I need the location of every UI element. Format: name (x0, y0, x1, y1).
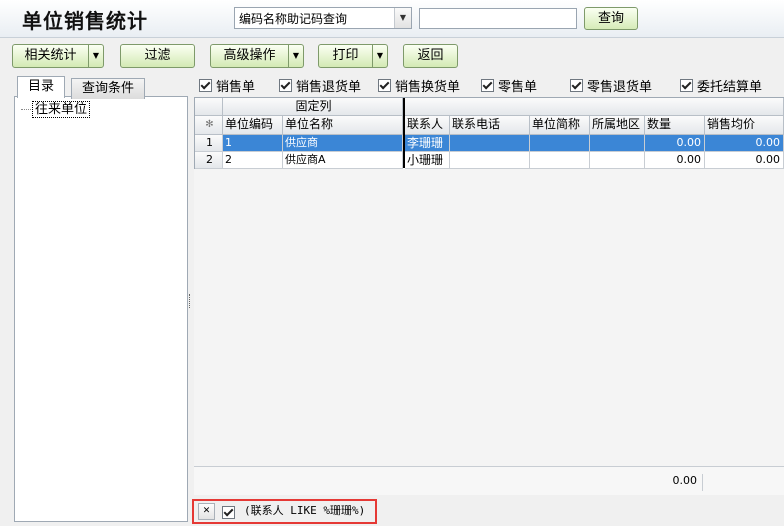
checkbox[interactable] (279, 78, 292, 92)
chevron-down-icon[interactable]: ▼ (288, 45, 303, 67)
chevron-down-icon[interactable]: ▼ (372, 45, 387, 67)
search-mode-select[interactable]: 编码名称助记码查询 ▼ (234, 7, 412, 29)
doc-type-sales-exchange[interactable]: 销售换货单 (378, 77, 461, 95)
doc-type-retail-return[interactable]: 零售退货单 (570, 77, 653, 95)
table-cell-region[interactable] (590, 135, 645, 152)
total-quantity: 0.00 (645, 474, 703, 491)
filter-button[interactable]: 过滤 (120, 44, 195, 68)
search-input[interactable] (419, 8, 577, 29)
header-band (405, 98, 784, 116)
doc-type-consignment[interactable]: 委托结算单 (680, 77, 763, 95)
tree-connector (21, 109, 31, 110)
table-cell-region[interactable] (590, 152, 645, 169)
table-cell-quantity[interactable]: 0.00 (645, 152, 705, 169)
print-label: 打印 (332, 48, 359, 63)
doc-type-label: 委托结算单 (697, 79, 763, 95)
doc-type-sales-return[interactable]: 销售退货单 (279, 77, 362, 95)
page-title: 单位销售统计 (22, 9, 148, 33)
doc-type-retail[interactable]: 零售单 (481, 77, 538, 95)
table-cell-quantity[interactable]: 0.00 (645, 135, 705, 152)
checkbox[interactable] (481, 78, 494, 92)
tab-directory[interactable]: 目录 (17, 76, 65, 98)
grid-empty-area (194, 169, 784, 466)
chevron-down-icon[interactable]: ▼ (394, 8, 411, 28)
chevron-down-icon[interactable]: ▼ (88, 45, 103, 67)
frozen-columns-header: 固定列 (223, 98, 403, 116)
doc-type-label: 零售单 (498, 79, 538, 95)
table-cell-contact[interactable]: 李珊珊 (405, 135, 450, 152)
doc-type-label: 零售退货单 (587, 79, 653, 95)
print-button[interactable]: 打印 ▼ (318, 44, 388, 68)
column-header-quantity[interactable]: 数量 (645, 116, 705, 135)
column-header-avg-price[interactable]: 销售均价 (705, 116, 784, 135)
related-stats-button[interactable]: 相关统计 ▼ (12, 44, 104, 68)
table-cell-short-name[interactable] (530, 152, 590, 169)
row-index[interactable]: 2 (195, 152, 223, 169)
checkbox[interactable] (199, 78, 212, 92)
column-header-name[interactable]: 单位名称 (283, 116, 403, 135)
related-stats-label: 相关统计 (24, 48, 77, 63)
checkbox[interactable] (378, 78, 391, 92)
advanced-ops-button[interactable]: 高级操作 ▼ (210, 44, 304, 68)
checkbox[interactable] (680, 78, 693, 92)
table-cell-phone[interactable] (450, 135, 530, 152)
table-cell-code[interactable]: 2 (223, 152, 283, 169)
doc-type-label: 销售单 (216, 79, 256, 95)
highlight-box (192, 499, 377, 524)
table-cell-avg-price[interactable]: 0.00 (705, 135, 784, 152)
column-header-region[interactable]: 所属地区 (590, 116, 645, 135)
table-cell-code[interactable]: 1 (223, 135, 283, 152)
table-cell-avg-price[interactable]: 0.00 (705, 152, 784, 169)
row-index[interactable]: 1 (195, 135, 223, 152)
back-button[interactable]: 返回 (403, 44, 458, 68)
column-header-contact[interactable]: 联系人 (405, 116, 450, 135)
panel-splitter[interactable] (189, 294, 192, 308)
row-marker-icon: ✻ (195, 116, 223, 135)
header-corner (195, 98, 223, 116)
directory-panel (14, 96, 188, 522)
doc-type-label: 销售换货单 (395, 79, 461, 95)
table-cell-phone[interactable] (450, 152, 530, 169)
column-header-phone[interactable]: 联系电话 (450, 116, 530, 135)
checkbox[interactable] (570, 78, 583, 92)
tab-query-conditions[interactable]: 查询条件 (71, 78, 145, 99)
advanced-ops-label: 高级操作 (223, 48, 276, 63)
tree-node-partners[interactable]: 往来单位 (32, 101, 91, 118)
doc-type-label: 销售退货单 (296, 79, 362, 95)
table-cell-short-name[interactable] (530, 135, 590, 152)
frozen-column-divider (403, 98, 405, 168)
search-mode-value: 编码名称助记码查询 (239, 12, 348, 26)
doc-type-sales[interactable]: 销售单 (199, 77, 256, 95)
column-header-code[interactable]: 单位编码 (223, 116, 283, 135)
column-header-short-name[interactable]: 单位简称 (530, 116, 590, 135)
table-cell-name[interactable]: 供应商 (283, 135, 403, 152)
table-cell-name[interactable]: 供应商A (283, 152, 403, 169)
query-button[interactable]: 查询 (584, 7, 638, 30)
table-cell-contact[interactable]: 小珊珊 (405, 152, 450, 169)
